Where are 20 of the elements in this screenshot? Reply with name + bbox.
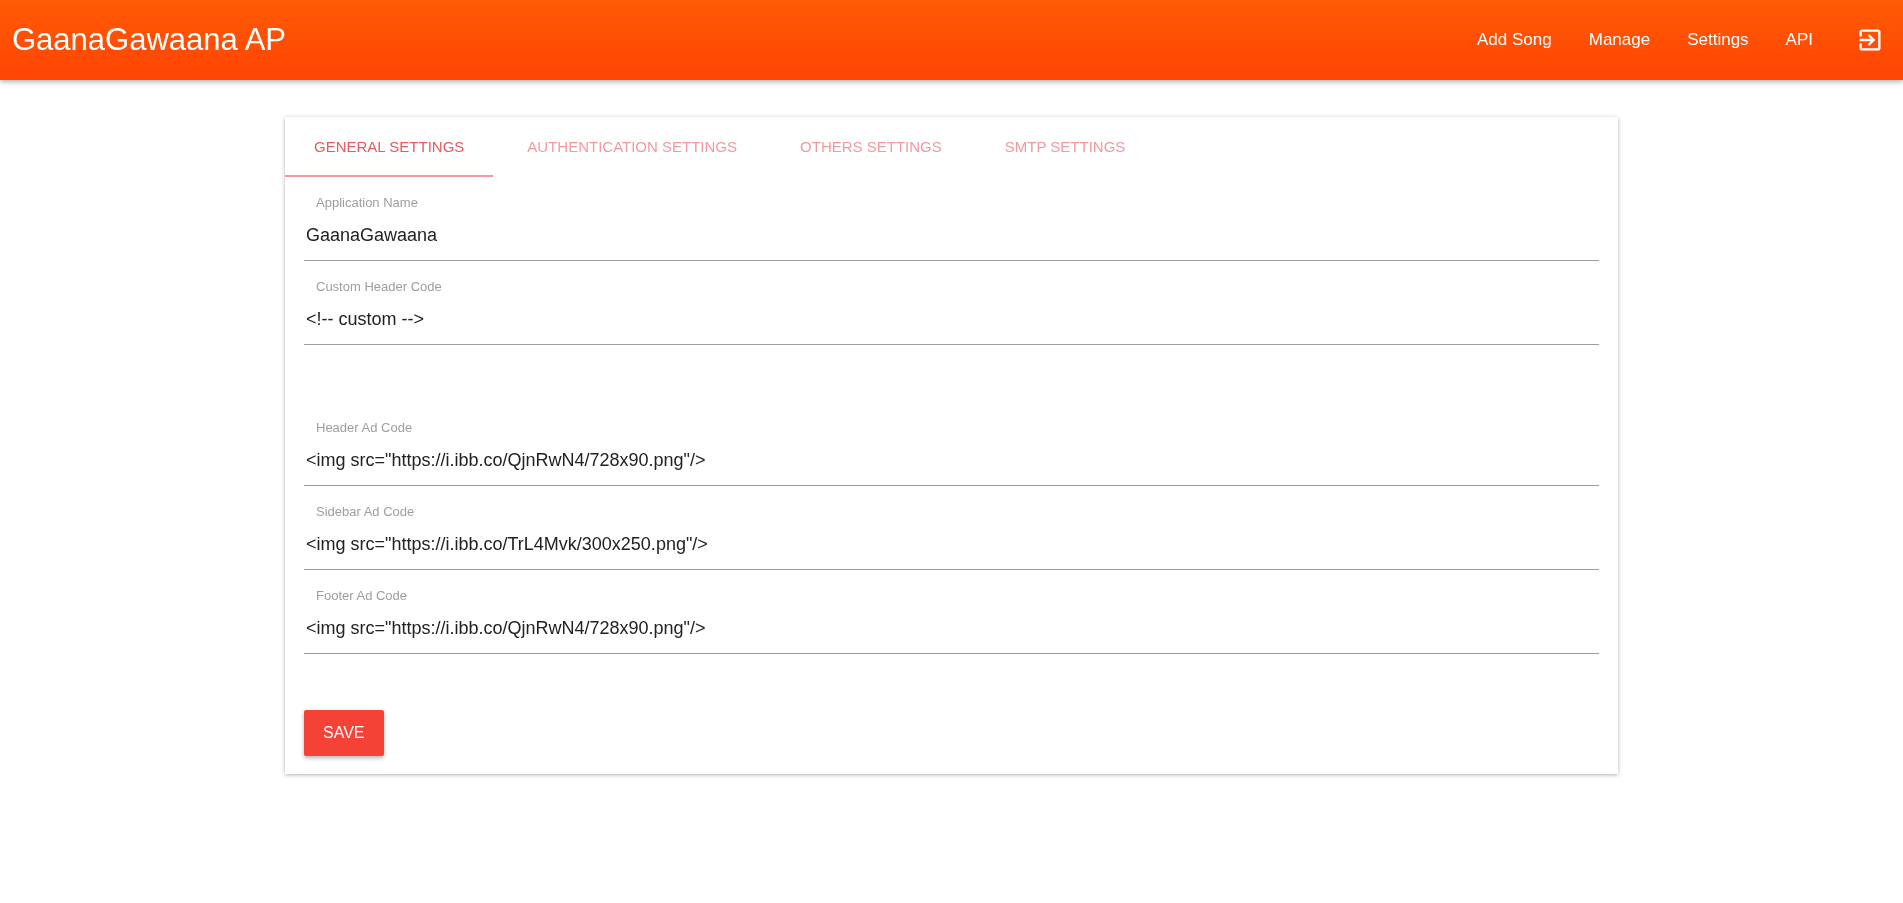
field-label: Custom Header Code [315, 279, 443, 294]
settings-tab[interactable]: OTHERS SETTINGS [771, 117, 971, 177]
app-title: GaanaGawaana AP [12, 22, 287, 58]
field-label: Application Name [315, 195, 419, 210]
nav-link[interactable]: Settings [1687, 30, 1749, 50]
settings-tab[interactable]: SMTP SETTINGS [975, 117, 1155, 177]
input-field[interactable]: <img src="https://i.ibb.co/QjnRwN4/728x90.png"/> [304, 603, 1599, 654]
input-field[interactable]: <!-- custom --> [304, 294, 1599, 345]
settings-tab[interactable]: AUTHENTICATION SETTINGS [498, 117, 767, 177]
settings-tab[interactable]: GENERAL SETTINGS [285, 117, 494, 177]
field-label: Sidebar Ad Code [315, 504, 416, 519]
input-field[interactable]: <img src="https://i.ibb.co/QjnRwN4/728x90.png"/> [304, 435, 1599, 486]
nav-link[interactable]: API [1785, 30, 1813, 50]
input-field[interactable]: GaanaGawaana [304, 210, 1599, 261]
field-label: Footer Ad Code [315, 588, 409, 603]
save-button[interactable]: SAVE [304, 710, 384, 756]
nav-link[interactable]: Manage [1588, 30, 1651, 50]
field-label: Header Ad Code [315, 420, 414, 435]
nav-link[interactable]: Add Song [1477, 30, 1552, 50]
input-field[interactable]: <img src="https://i.ibb.co/TrL4Mvk/300x250.png"/> [304, 519, 1599, 570]
